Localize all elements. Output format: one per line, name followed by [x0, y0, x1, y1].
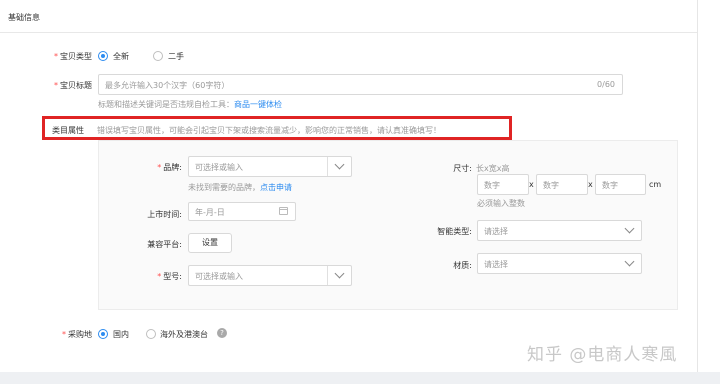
- item-type-new-label[interactable]: 全新: [113, 51, 129, 62]
- radio-unchecked-icon[interactable]: [153, 51, 163, 61]
- size-hint: 必须输入整数: [477, 199, 525, 208]
- brand-label: * 品牌:: [157, 163, 182, 172]
- material-select[interactable]: 请选择: [477, 253, 642, 274]
- size-x-separator: x: [588, 180, 593, 189]
- radio-unchecked-icon[interactable]: [146, 329, 156, 339]
- size-length-input[interactable]: 数字: [477, 174, 529, 195]
- chevron-down-icon[interactable]: [624, 256, 635, 267]
- smart-type-placeholder: 请选择: [484, 227, 508, 236]
- purchase-overseas-label[interactable]: 海外及港澳台: [160, 329, 208, 340]
- item-type-new-option[interactable]: [98, 51, 108, 61]
- radio-checked-icon[interactable]: [98, 51, 108, 61]
- item-type-used-label[interactable]: 二手: [168, 51, 184, 62]
- material-label: 材质:: [453, 261, 472, 270]
- size-height-input[interactable]: 数字: [595, 174, 646, 195]
- highlight-box: [42, 116, 512, 140]
- brand-select[interactable]: 可选择或输入: [188, 156, 352, 177]
- size-unit: cm: [649, 180, 662, 189]
- item-type-used-option[interactable]: [153, 51, 163, 61]
- item-title-label: * 宝贝标题: [54, 81, 92, 90]
- panel-right-border: [697, 0, 698, 384]
- brand-hint: 未找到需要的品牌，点击申请: [188, 183, 292, 192]
- release-date-placeholder: 年-月-日: [195, 208, 225, 217]
- item-title-placeholder: 最多允许输入30个汉字（60字符）: [105, 81, 230, 90]
- platform-settings-button[interactable]: 设置: [188, 233, 232, 253]
- smart-type-label: 智能类型:: [437, 227, 472, 236]
- release-date-input[interactable]: 年-月-日: [188, 202, 296, 221]
- product-check-link[interactable]: 商品一键体检: [234, 100, 282, 109]
- platform-label: 兼容平台:: [147, 240, 182, 249]
- item-title-counter: 0/60: [597, 80, 615, 89]
- radio-checked-icon[interactable]: [98, 329, 108, 339]
- size-label: 尺寸:: [453, 164, 472, 173]
- model-select[interactable]: 可选择或输入: [188, 265, 352, 286]
- help-icon[interactable]: ?: [217, 328, 227, 338]
- model-label: * 型号:: [157, 272, 182, 281]
- brand-apply-link[interactable]: 点击申请: [260, 183, 292, 192]
- purchase-place-label: * 采购地: [62, 330, 92, 339]
- material-placeholder: 请选择: [484, 260, 508, 269]
- section-divider: [0, 32, 697, 33]
- size-width-input[interactable]: 数字: [536, 174, 588, 195]
- item-title-input[interactable]: 最多允许输入30个汉字（60字符） 0/60: [98, 74, 623, 95]
- purchase-domestic-label[interactable]: 国内: [113, 329, 129, 340]
- chevron-down-icon[interactable]: [334, 159, 345, 170]
- purchase-overseas-option[interactable]: [146, 329, 156, 339]
- chevron-down-icon[interactable]: [334, 268, 345, 279]
- purchase-domestic-option[interactable]: [98, 329, 108, 339]
- watermark-text: 知乎 @电商人寒風: [527, 345, 678, 365]
- bottom-strip: [0, 372, 720, 384]
- chevron-down-icon[interactable]: [624, 223, 635, 234]
- item-title-hint: 标题和描述关键词是否违规自检工具：商品一键体检: [98, 100, 282, 109]
- release-date-label: 上市时间:: [147, 210, 182, 219]
- calendar-icon[interactable]: [279, 207, 288, 215]
- size-x-separator: x: [529, 180, 534, 189]
- smart-type-select[interactable]: 请选择: [477, 220, 642, 241]
- size-format: 长x宽x高: [476, 164, 510, 173]
- section-title: 基础信息: [8, 13, 40, 22]
- model-placeholder: 可选择或输入: [195, 272, 243, 281]
- brand-placeholder: 可选择或输入: [195, 163, 243, 172]
- item-type-label: * 宝贝类型: [54, 52, 92, 61]
